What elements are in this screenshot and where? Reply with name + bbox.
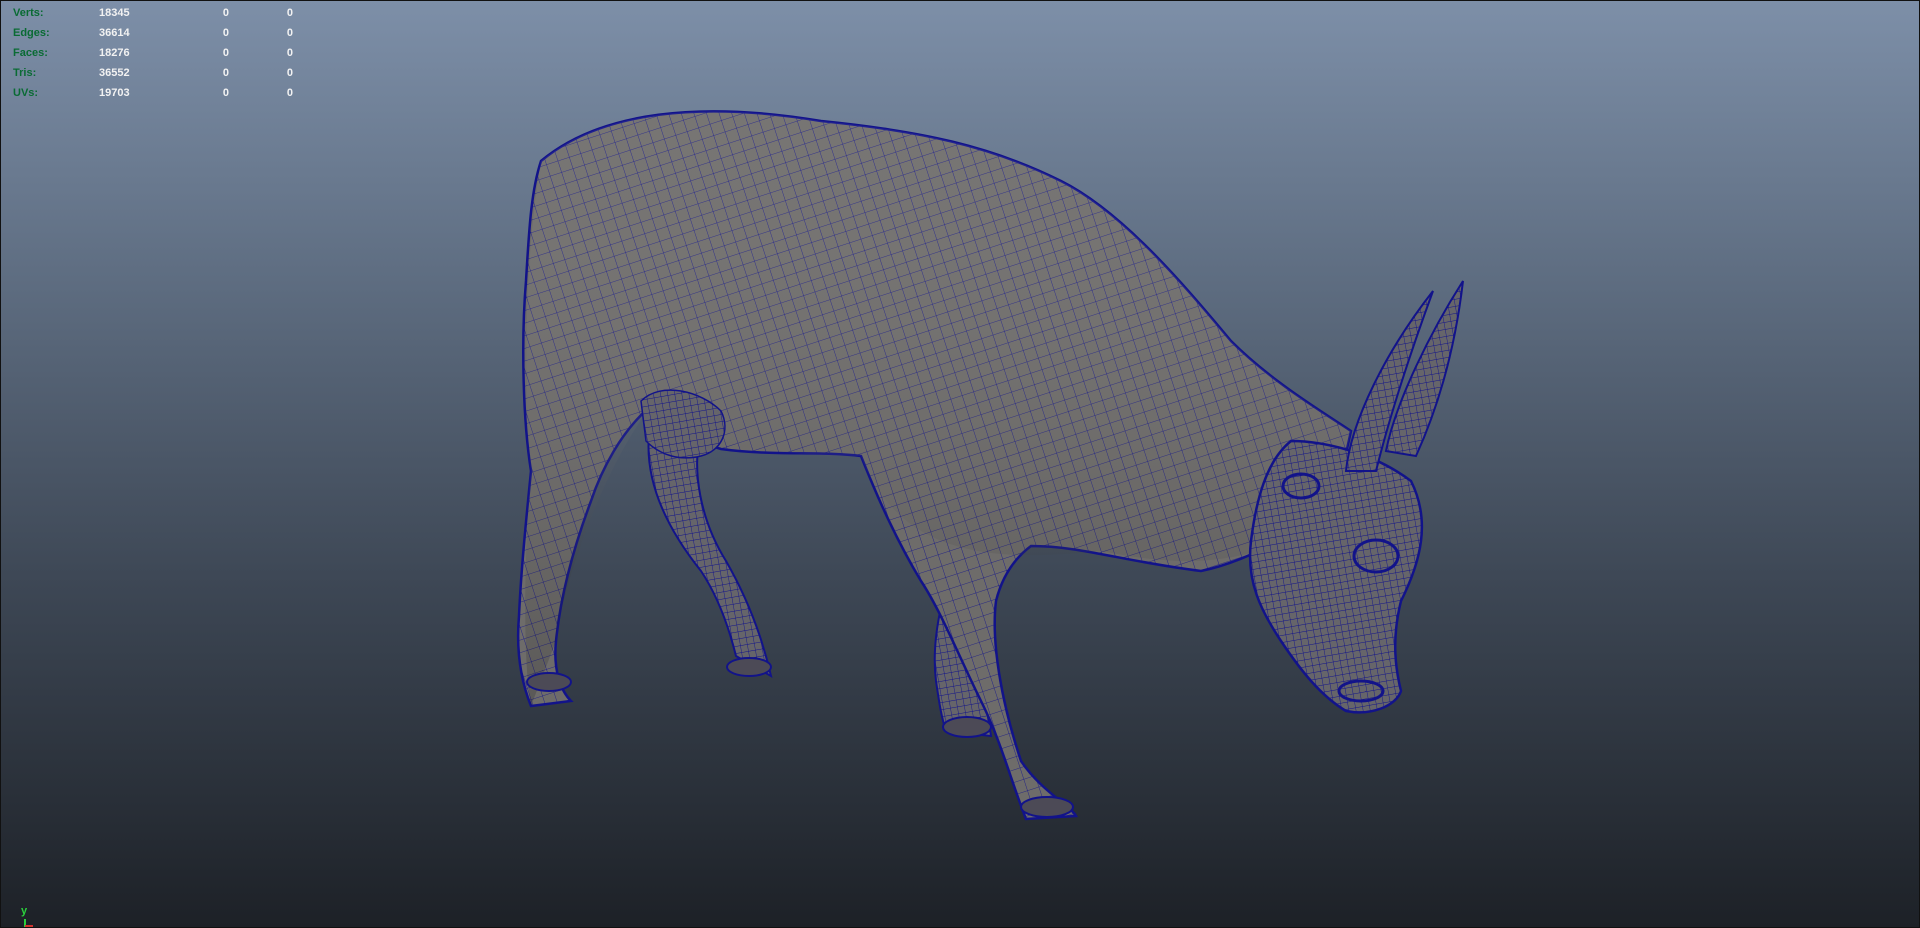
- hud-selected: 0: [222, 67, 229, 79]
- hud-total: 36614: [99, 27, 130, 39]
- hud-label: Edges:: [13, 27, 50, 39]
- hud-selected-2: 0: [286, 47, 293, 59]
- hud-row-verts: Verts: 18345 0 0: [13, 3, 293, 23]
- hud-selected-2: 0: [286, 7, 293, 19]
- hud-selected: 0: [222, 7, 229, 19]
- hud-row-uvs: UVs: 19703 0 0: [13, 83, 293, 103]
- hud-row-faces: Faces: 18276 0 0: [13, 43, 293, 63]
- hud-selected-2: 0: [286, 67, 293, 79]
- hud-total: 36552: [99, 67, 130, 79]
- hud-row-edges: Edges: 36614 0 0: [13, 23, 293, 43]
- hud-label: Tris:: [13, 67, 37, 79]
- cow-wireframe-mesh[interactable]: [1, 1, 1919, 927]
- hud-selected: 0: [222, 47, 229, 59]
- cow-rear-far-leg: [647, 419, 773, 678]
- hud-selected-2: 0: [286, 87, 293, 99]
- poly-count-hud: Verts: 18345 0 0 Edges: 36614 0 0 Faces: 18276 0…: [13, 3, 293, 103]
- hud-total: 19703: [99, 87, 130, 99]
- hud-selected-2: 0: [286, 27, 293, 39]
- hud-label: Verts:: [13, 7, 44, 19]
- 3d-viewport[interactable]: Verts: 18345 0 0 Edges: 36614 0 0 Faces: 18276 0…: [0, 0, 1920, 928]
- hud-selected: 0: [222, 87, 229, 99]
- view-axis-gizmo: y: [19, 905, 59, 927]
- axis-icon: [24, 919, 33, 927]
- hud-total: 18345: [99, 7, 130, 19]
- hud-selected: 0: [222, 27, 229, 39]
- hud-total: 18276: [99, 47, 130, 59]
- hud-label: Faces:: [13, 47, 48, 59]
- hud-label: UVs:: [13, 87, 39, 99]
- hud-row-tris: Tris: 36552 0 0: [13, 63, 293, 83]
- cow-head: [1248, 439, 1424, 714]
